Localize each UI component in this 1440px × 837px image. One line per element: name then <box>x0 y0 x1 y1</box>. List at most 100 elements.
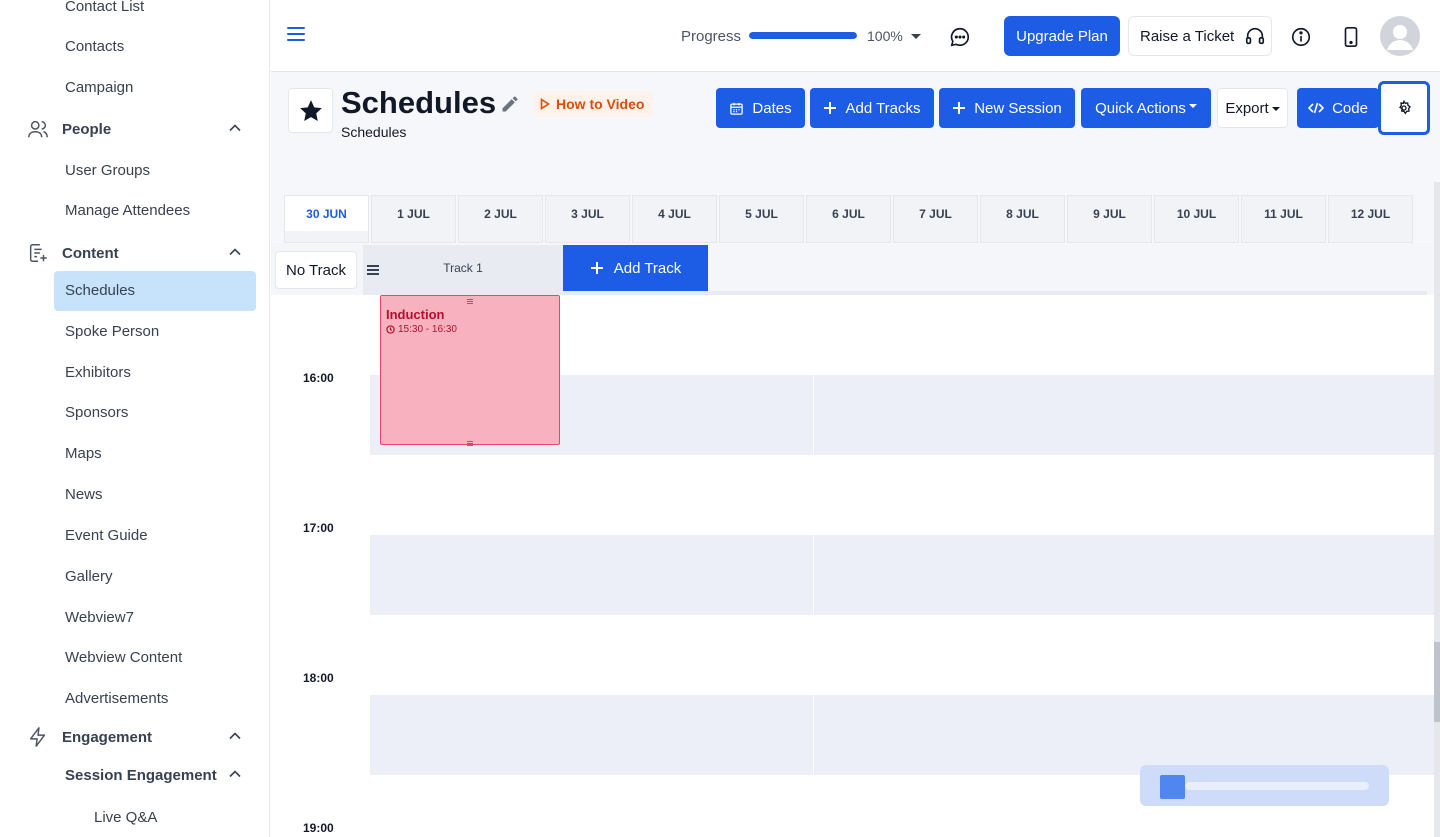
time-label: 16:00 <box>303 371 334 385</box>
favorite-star-button[interactable] <box>288 88 333 133</box>
gear-icon <box>1399 100 1411 115</box>
time-slot-band[interactable] <box>370 535 1435 615</box>
code-icon <box>1308 102 1325 114</box>
caret-down-icon <box>1188 104 1197 108</box>
people-icon <box>26 117 50 141</box>
drag-handle-icon[interactable] <box>367 265 379 277</box>
progress-dropdown-caret-icon[interactable] <box>911 34 921 39</box>
sidebar-group-content[interactable]: Content <box>26 240 246 266</box>
chevron-up-icon <box>228 767 242 786</box>
time-slot-band[interactable] <box>370 695 1435 775</box>
schedule-grid[interactable]: 16:00 17:00 18:00 19:00 Induction 15:30 … <box>271 295 1435 837</box>
date-tab-5[interactable]: 5 JUL <box>719 195 804 231</box>
add-track-button[interactable]: Add Track <box>563 245 708 291</box>
resize-handle-icon[interactable] <box>467 299 473 305</box>
horizontal-scroll-track[interactable] <box>1185 782 1369 790</box>
horizontal-scroll-thumb[interactable] <box>1160 775 1185 799</box>
sidebar-item-session-engagement[interactable]: Session Engagement <box>65 767 217 784</box>
sidebar-item-maps[interactable]: Maps <box>65 445 102 462</box>
sidebar-item-advertisements[interactable]: Advertisements <box>65 690 168 707</box>
sidebar-item-contact-list[interactable]: Contact List <box>65 0 144 15</box>
info-icon[interactable] <box>1290 26 1312 53</box>
resize-handle-icon[interactable] <box>467 441 473 447</box>
date-tab-1[interactable]: 1 JUL <box>371 195 456 231</box>
track-1-header[interactable]: Track 1 <box>363 245 563 291</box>
chat-icon[interactable] <box>949 26 971 53</box>
add-tracks-button[interactable]: Add Tracks <box>810 88 934 128</box>
sidebar-item-exhibitors[interactable]: Exhibitors <box>65 364 131 381</box>
quick-actions-dropdown[interactable]: Quick Actions <box>1081 88 1211 128</box>
date-tab-0[interactable]: 30 JUN <box>284 195 369 231</box>
sidebar-item-sponsors[interactable]: Sponsors <box>65 404 128 421</box>
sidebar-group-content-label: Content <box>62 244 119 262</box>
progress-label: Progress <box>681 28 742 45</box>
sidebar-item-webview7[interactable]: Webview7 <box>65 609 134 626</box>
date-tab-underside <box>371 231 456 243</box>
progress-fill <box>749 32 857 39</box>
raise-ticket-button[interactable]: Raise a Ticket <box>1128 16 1272 56</box>
date-tab-4[interactable]: 4 JUL <box>632 195 717 231</box>
date-tab-11[interactable]: 11 JUL <box>1241 195 1326 231</box>
sidebar-item-manage-attendees[interactable]: Manage Attendees <box>65 202 190 219</box>
caret-down-icon <box>1271 107 1280 111</box>
user-avatar[interactable] <box>1380 16 1420 56</box>
new-session-label: New Session <box>974 99 1062 117</box>
sidebar-item-schedules[interactable]: Schedules <box>65 282 135 299</box>
progress-bar <box>749 32 857 39</box>
star-icon <box>299 99 322 121</box>
vertical-scrollbar[interactable] <box>1434 182 1440 837</box>
date-tab-3[interactable]: 3 JUL <box>545 195 630 231</box>
dates-button[interactable]: Dates <box>716 88 805 128</box>
session-title: Induction <box>386 307 445 322</box>
raise-ticket-label: Raise a Ticket <box>1140 27 1235 45</box>
time-label: 19:00 <box>303 821 334 835</box>
sidebar-item-live-qa[interactable]: Live Q&A <box>94 809 157 826</box>
how-to-video-label: How to Video <box>556 96 645 112</box>
date-tab-underside <box>1067 231 1152 243</box>
page-subtitle: Schedules <box>341 124 407 140</box>
upgrade-plan-button[interactable]: Upgrade Plan <box>1004 16 1120 56</box>
add-track-label: Add Track <box>613 259 682 277</box>
edit-pencil-icon[interactable] <box>500 94 520 119</box>
sidebar-group-engagement[interactable]: Engagement <box>26 724 246 750</box>
date-tab-underside <box>632 231 717 243</box>
new-session-button[interactable]: New Session <box>939 88 1075 128</box>
date-tab-underside <box>1328 231 1413 243</box>
sidebar: Contact List Contacts Campaign People Us… <box>0 0 270 837</box>
sidebar-item-spoke-person[interactable]: Spoke Person <box>65 323 159 340</box>
how-to-video-link[interactable]: How to Video <box>534 91 653 117</box>
chevron-up-icon <box>228 245 242 263</box>
dates-label: Dates <box>752 99 792 117</box>
sidebar-item-event-guide[interactable]: Event Guide <box>65 527 148 544</box>
content-icon <box>26 241 50 265</box>
horizontal-scroll-widget[interactable] <box>1140 765 1389 806</box>
date-tab-underside <box>980 231 1065 243</box>
hamburger-menu-icon[interactable] <box>287 27 305 43</box>
mobile-phone-icon[interactable] <box>1342 26 1360 53</box>
date-tab-underside <box>458 231 543 243</box>
date-tab-8[interactable]: 8 JUL <box>980 195 1065 231</box>
session-card[interactable]: Induction 15:30 - 16:30 <box>380 295 560 447</box>
date-tab-underside <box>284 231 369 243</box>
date-tab-9[interactable]: 9 JUL <box>1067 195 1152 231</box>
code-button[interactable]: Code <box>1297 88 1379 128</box>
settings-button[interactable] <box>1378 81 1430 135</box>
sidebar-item-gallery[interactable]: Gallery <box>65 568 113 585</box>
date-tab-underside <box>545 231 630 243</box>
no-track-button[interactable]: No Track <box>275 251 357 289</box>
date-tab-underside <box>806 231 891 243</box>
export-dropdown[interactable]: Export <box>1217 88 1288 128</box>
date-tab-12[interactable]: 12 JUL <box>1328 195 1413 231</box>
date-tab-6[interactable]: 6 JUL <box>806 195 891 231</box>
sidebar-item-news[interactable]: News <box>65 486 103 503</box>
date-tab-10[interactable]: 10 JUL <box>1154 195 1239 231</box>
date-tab-2[interactable]: 2 JUL <box>458 195 543 231</box>
sidebar-item-webview-content[interactable]: Webview Content <box>65 649 182 666</box>
sidebar-item-campaign[interactable]: Campaign <box>65 79 133 96</box>
vertical-scrollbar-thumb[interactable] <box>1434 642 1440 722</box>
sidebar-item-contacts[interactable]: Contacts <box>65 38 124 55</box>
sidebar-group-people[interactable]: People <box>26 116 246 142</box>
session-time: 15:30 - 16:30 <box>386 324 457 335</box>
sidebar-item-user-groups[interactable]: User Groups <box>65 162 150 179</box>
date-tab-7[interactable]: 7 JUL <box>893 195 978 231</box>
